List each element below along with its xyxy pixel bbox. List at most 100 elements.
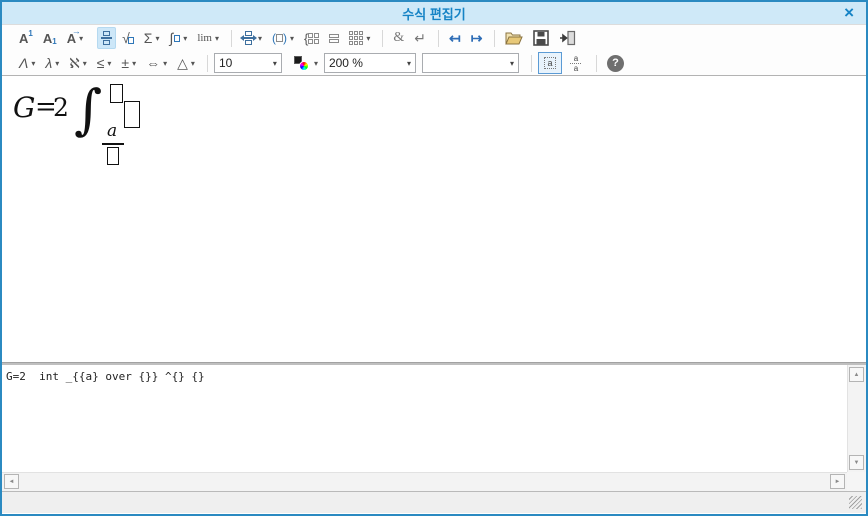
- zoom-combo[interactable]: 200 % ▾: [323, 53, 416, 73]
- slot-icon: a: [543, 57, 556, 69]
- operator-symbol-dropdown-caret[interactable]: ▾: [132, 59, 136, 68]
- subscript-button[interactable]: A1: [39, 27, 61, 49]
- equation-editor-window: 수식 편집기 × A1 A1 A → ▾ √ Σ ▾ ∫ ▾ lim ▾ ▾ (…: [0, 0, 868, 516]
- toolbar-separator: [206, 54, 208, 72]
- integral-sign: ∫: [74, 78, 103, 141]
- previous-item-icon: ↤: [449, 29, 461, 46]
- relation-symbol-dropdown-caret[interactable]: ▾: [107, 59, 111, 68]
- script-text: G=2 int _{{a} over {}} ^{} {}: [6, 370, 205, 383]
- integral-dropdown-caret[interactable]: ▾: [183, 34, 187, 43]
- arrow-symbol-dropdown-caret[interactable]: ▾: [163, 59, 167, 68]
- greek-capital-dropdown-caret[interactable]: ▾: [31, 59, 35, 68]
- open-button[interactable]: [501, 27, 527, 49]
- limit-button[interactable]: lim ▾: [193, 27, 223, 49]
- symbol-toolbar: Λ ▾ λ ▾ ℵ ▾ ≤ ▾ ± ▾ ⇔ ▾ △ ▾ 10 ▾ ▾ 200 %…: [2, 51, 866, 76]
- matrix-button[interactable]: ▾: [345, 27, 374, 49]
- font-size-combo[interactable]: 10 ▾: [213, 53, 282, 73]
- brackets-button[interactable]: () ▾: [268, 27, 298, 49]
- lower-limit-placeholder[interactable]: [107, 147, 119, 165]
- newline-icon: ↵: [414, 29, 427, 46]
- color-picker-button[interactable]: ▾: [288, 52, 322, 74]
- zoom-value: 200 %: [328, 56, 363, 70]
- relation-button[interactable]: ▾: [238, 27, 266, 49]
- superscript-button[interactable]: A1: [15, 27, 37, 49]
- fraction-icon: [101, 31, 113, 45]
- color-picker-icon: [292, 54, 311, 73]
- operator-symbol-icon: ±: [121, 55, 130, 71]
- help-button[interactable]: ?: [603, 52, 628, 74]
- zoom-caret[interactable]: ▾: [407, 59, 411, 68]
- accent-button[interactable]: A → ▾: [63, 26, 87, 49]
- horizontal-scrollbar[interactable]: ◄ ►: [2, 472, 847, 491]
- save-floppy-icon: [533, 30, 550, 46]
- save-button[interactable]: [529, 27, 553, 49]
- integral-icon: ∫: [169, 30, 174, 46]
- close-button[interactable]: ×: [844, 2, 854, 24]
- greek-small-dropdown-caret[interactable]: ▾: [55, 59, 59, 68]
- toolbar-separator: [530, 54, 532, 72]
- scroll-right-icon: ►: [834, 478, 841, 485]
- scroll-left-icon: ◄: [8, 478, 15, 485]
- integrand-placeholder[interactable]: [124, 101, 140, 128]
- relation-dropdown-caret[interactable]: ▾: [258, 34, 262, 43]
- other-symbol-button[interactable]: ℵ ▾: [65, 52, 90, 74]
- toolbar-separator: [438, 29, 440, 47]
- ampersand-icon: &: [393, 30, 405, 45]
- alignment-mark-button[interactable]: &: [389, 27, 408, 49]
- greek-small-button[interactable]: λ ▾: [41, 52, 63, 74]
- other-symbol-icon: ℵ: [69, 54, 80, 71]
- limit-icon: lim: [197, 32, 212, 44]
- scroll-right-button[interactable]: ►: [830, 474, 845, 489]
- sum-dropdown-caret[interactable]: ▾: [155, 34, 159, 43]
- show-slot-toggle[interactable]: a: [537, 52, 562, 74]
- newline-button[interactable]: ↵: [410, 27, 430, 49]
- scroll-up-button[interactable]: ▲: [849, 367, 864, 382]
- preset-caret[interactable]: ▾: [510, 59, 514, 68]
- toolbar-separator: [595, 54, 597, 72]
- fraction-button[interactable]: [97, 27, 117, 49]
- preset-combo[interactable]: ▾: [421, 53, 519, 73]
- upper-limit-placeholder[interactable]: [110, 84, 123, 103]
- sum-icon: Σ: [143, 30, 153, 46]
- equation-canvas[interactable]: G = 2 ∫ a: [2, 76, 866, 362]
- script-editor[interactable]: G=2 int _{{a} over {}} ^{} {} ▲ ▼ ◄ ►: [2, 365, 866, 491]
- scroll-down-icon: ▼: [853, 459, 860, 466]
- limit-dropdown-caret[interactable]: ▾: [215, 34, 219, 43]
- resize-grip[interactable]: [849, 496, 862, 509]
- exit-button[interactable]: [555, 27, 580, 49]
- greek-small-icon: λ: [45, 55, 53, 71]
- sum-button[interactable]: Σ ▾: [140, 27, 164, 49]
- other-symbol-dropdown-caret[interactable]: ▾: [83, 59, 87, 68]
- fraction-bar: [102, 143, 124, 145]
- operator-symbol-button[interactable]: ± ▾: [117, 52, 140, 74]
- radical-button[interactable]: √: [118, 27, 138, 49]
- matrix-dropdown-caret[interactable]: ▾: [366, 34, 370, 43]
- matrix-icon: [349, 31, 364, 45]
- brackets-dropdown-caret[interactable]: ▾: [290, 34, 294, 43]
- misc-symbol-icon: △: [177, 54, 188, 71]
- titlebar[interactable]: 수식 편집기 ×: [2, 2, 866, 25]
- misc-symbol-button[interactable]: △ ▾: [173, 52, 199, 74]
- previous-item-button[interactable]: ↤: [445, 27, 465, 49]
- arrow-symbol-button[interactable]: ⇔ ▾: [142, 52, 171, 74]
- scroll-left-button[interactable]: ◄: [4, 474, 19, 489]
- relation-icon: [240, 31, 257, 45]
- color-dropdown-caret[interactable]: ▾: [314, 59, 318, 68]
- exit-door-icon: [560, 30, 576, 46]
- toolbar-separator: [494, 29, 496, 47]
- vertical-scrollbar[interactable]: ▲ ▼: [847, 365, 866, 472]
- integral-button[interactable]: ∫ ▾: [165, 27, 191, 49]
- script-style-toggle[interactable]: aa: [564, 52, 588, 74]
- stack-button[interactable]: [325, 27, 343, 49]
- cases-icon: [308, 32, 320, 44]
- arrow-symbol-icon: ⇔: [146, 55, 161, 71]
- scroll-down-button[interactable]: ▼: [849, 455, 864, 470]
- misc-symbol-dropdown-caret[interactable]: ▾: [191, 59, 195, 68]
- relation-symbol-button[interactable]: ≤ ▾: [93, 52, 116, 74]
- font-size-caret[interactable]: ▾: [273, 59, 277, 68]
- next-item-button[interactable]: ↦: [467, 27, 487, 49]
- coefficient: 2: [53, 93, 69, 122]
- cases-button[interactable]: {: [300, 27, 323, 49]
- window-title: 수식 편집기: [402, 6, 466, 22]
- greek-capital-button[interactable]: Λ ▾: [15, 52, 39, 74]
